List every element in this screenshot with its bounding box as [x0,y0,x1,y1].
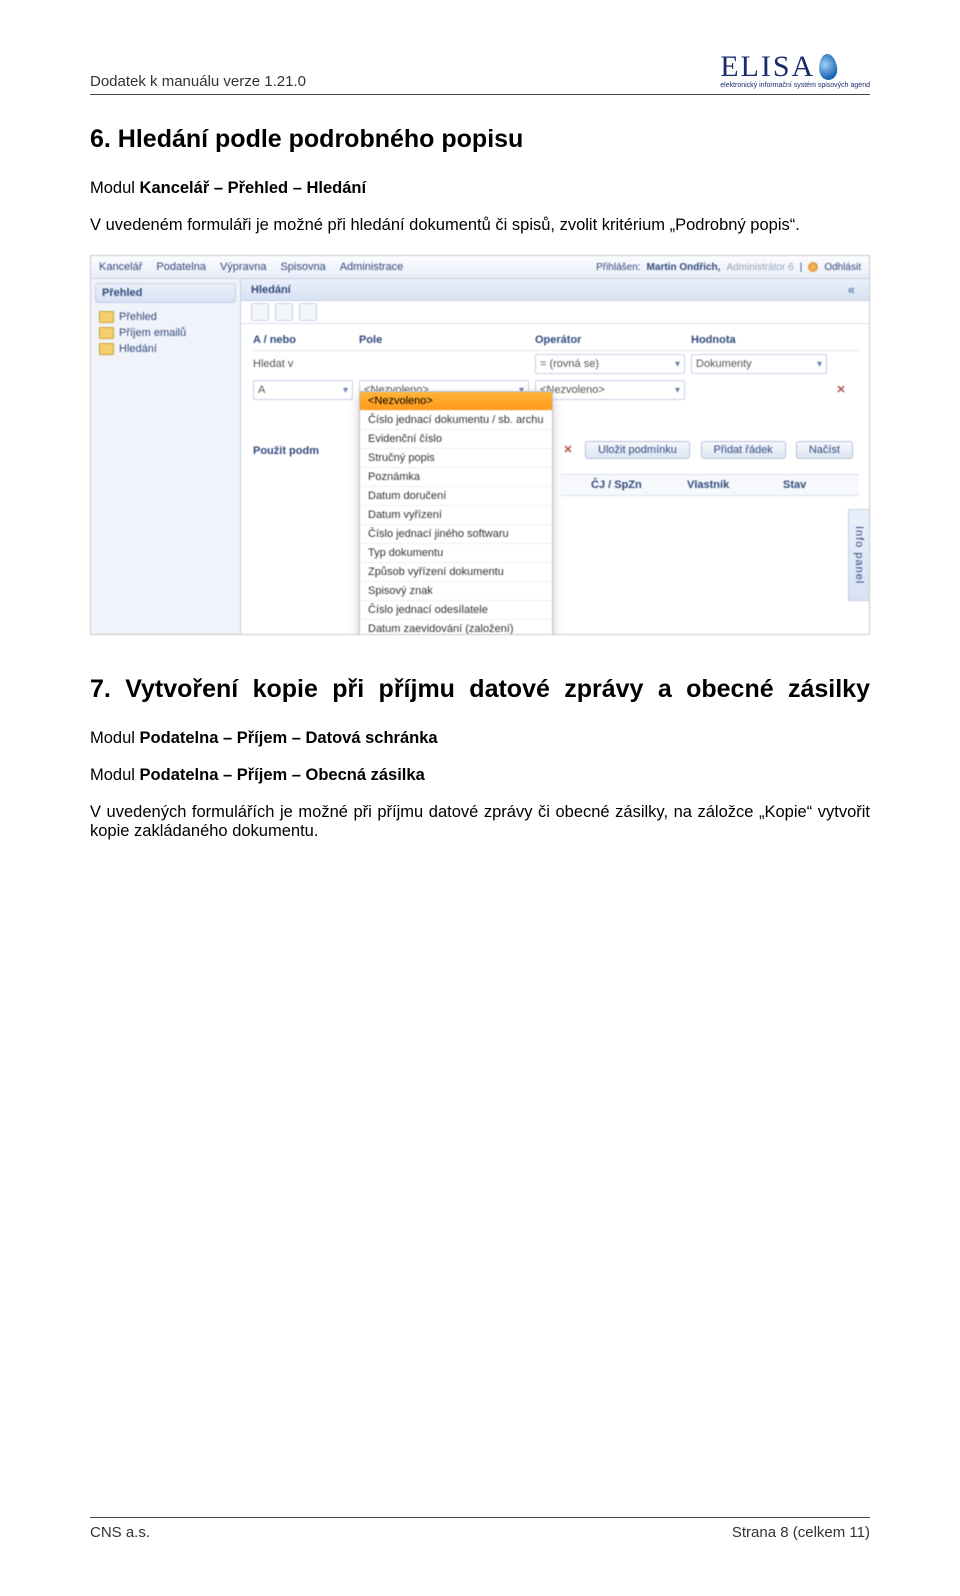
delete-icon[interactable]: ✕ [561,443,575,457]
col-operator: Operátor [535,334,685,346]
logo: ELISA elektronický informační systém spi… [720,50,870,90]
folder-icon [99,343,114,355]
module-prefix: Modul [90,729,140,747]
results-col-owner: Vlastník [687,479,777,491]
app-screenshot: Kancelář Podatelna Výpravna Spisovna Adm… [90,255,870,635]
login-prefix: Přihlášen: [596,262,640,273]
field-dropdown[interactable]: <Nezvoleno>Číslo jednací dokumentu / sb.… [359,391,553,635]
results-header: ČJ / SpZn Vlastník Stav [561,474,859,496]
footer-left: CNS a.s. [90,1524,150,1541]
sidebar-item-prehled[interactable]: Přehled [95,309,236,325]
load-button[interactable]: Načíst [796,441,853,459]
logo-drop-icon [818,53,838,80]
folder-icon [99,327,114,339]
dropdown-item[interactable]: Stručný popis [360,449,552,468]
sidebar-title: Přehled [95,283,236,303]
logout-icon[interactable] [808,262,818,272]
dropdown-item[interactable]: Datum vyřízení [360,506,552,525]
page-footer: CNS a.s. Strana 8 (celkem 11) [90,1517,870,1541]
criteria-row: Hledat v = (rovná se) ▾ Dokumenty ▾ [251,351,859,377]
row1-label: Hledat v [253,358,353,370]
row1-value-select[interactable]: Dokumenty ▾ [691,354,827,374]
caret-icon: ▾ [343,385,348,396]
document-title: Dodatek k manuálu verze 1.21.0 [90,73,306,90]
module-prefix: Modul [90,766,140,784]
use-condition-label: Použít podm [253,445,319,457]
section6-title: 6. Hledání podle podrobného popisu [90,125,870,154]
module-path: Kancelář – Přehled – Hledání [140,179,367,197]
module-path: Podatelna – Příjem – Datová schránka [140,729,438,747]
section7-module-line-2: Modul Podatelna – Příjem – Obecná zásilk… [90,766,870,785]
criteria-row: A▾ <Nezvoleno>▾ <Nezvoleno>▾ ✕ [251,377,859,403]
footer-right: Strana 8 (celkem 11) [732,1524,870,1541]
menu-spisovna[interactable]: Spisovna [280,261,325,273]
section7-module-line-1: Modul Podatelna – Příjem – Datová schrán… [90,729,870,748]
dropdown-item[interactable]: Poznámka [360,468,552,487]
col-field: Pole [359,334,529,346]
section7-paragraph: V uvedených formulářích je možné při pří… [90,803,870,841]
toolbar [241,301,869,324]
toolbar-button[interactable] [275,303,293,321]
sidebar-item-label: Přehled [119,311,157,323]
delete-row-icon[interactable]: ✕ [833,382,849,398]
row1-operator-select[interactable]: = (rovná se) ▾ [535,354,685,374]
dropdown-item[interactable]: Číslo jednací jiného softwaru [360,525,552,544]
sidebar-item-label: Příjem emailů [119,327,186,339]
select-value: Dokumenty [696,358,752,370]
main-title: Hledání [251,284,291,296]
menu-administrace[interactable]: Administrace [340,261,404,273]
criteria-header-row: A / nebo Pole Operátor Hodnota [251,330,859,351]
main-area: Hledání « A / nebo Pole Operátor Hodnota [241,279,869,635]
select-value: A [258,384,265,396]
dropdown-item[interactable]: Datum doručení [360,487,552,506]
dropdown-item[interactable]: Typ dokumentu [360,544,552,563]
logo-subtitle: elektronický informační systém spisových… [720,82,870,90]
login-role: Administrátor 6 [726,262,793,273]
info-panel-tab[interactable]: Info panel [848,509,869,601]
dropdown-item[interactable]: Číslo jednací odesílatele [360,601,552,620]
results-col-cj: ČJ / SpZn [591,479,681,491]
toolbar-button[interactable] [299,303,317,321]
dropdown-item[interactable]: Spisový znak [360,582,552,601]
toolbar-button[interactable] [251,303,269,321]
caret-icon: ▾ [817,359,822,370]
menu-vypravna[interactable]: Výpravna [220,261,266,273]
row2-andor-select[interactable]: A▾ [253,380,353,400]
select-value: = (rovná se) [540,358,599,370]
login-user: Martin Ondřich, [647,262,721,273]
collapse-icon[interactable]: « [844,282,859,297]
results-col-state: Stav [783,479,853,491]
section6-module-line: Modul Kancelář – Přehled – Hledání [90,179,870,198]
sidebar: Přehled Přehled Příjem emailů Hledání [91,279,241,635]
logo-text: ELISA [720,50,815,84]
menu-kancelar[interactable]: Kancelář [99,261,142,273]
sidebar-item-label: Hledání [119,343,157,355]
add-row-button[interactable]: Přidat řádek [701,441,786,459]
module-prefix: Modul [90,179,140,197]
logout-link[interactable]: Odhlásit [824,262,861,273]
dropdown-item[interactable]: Způsob vyřízení dokumentu [360,563,552,582]
sidebar-item-hledani[interactable]: Hledání [95,341,236,357]
dropdown-item[interactable]: Datum zaevidování (založení) [360,620,552,635]
col-and-or: A / nebo [253,334,353,346]
row2-operator-select[interactable]: <Nezvoleno>▾ [535,380,685,400]
caret-icon: ▾ [675,385,680,396]
section7-title: 7. Vytvoření kopie při příjmu datové zpr… [90,675,870,704]
dropdown-item[interactable]: <Nezvoleno> [360,392,552,411]
menu-podatelna[interactable]: Podatelna [156,261,206,273]
section6-paragraph: V uvedeném formuláři je možné při hledán… [90,216,870,235]
caret-icon: ▾ [675,359,680,370]
app-menu-bar: Kancelář Podatelna Výpravna Spisovna Adm… [91,256,869,279]
document-header: Dodatek k manuálu verze 1.21.0 ELISA ele… [90,50,870,95]
col-value: Hodnota [691,334,827,346]
folder-icon [99,311,114,323]
dropdown-item[interactable]: Evidenční číslo [360,430,552,449]
save-condition-button[interactable]: Uložit podmínku [585,441,690,459]
module-path: Podatelna – Příjem – Obecná zásilka [140,766,425,784]
dropdown-item[interactable]: Číslo jednací dokumentu / sb. archu [360,411,552,430]
sidebar-item-prijem[interactable]: Příjem emailů [95,325,236,341]
